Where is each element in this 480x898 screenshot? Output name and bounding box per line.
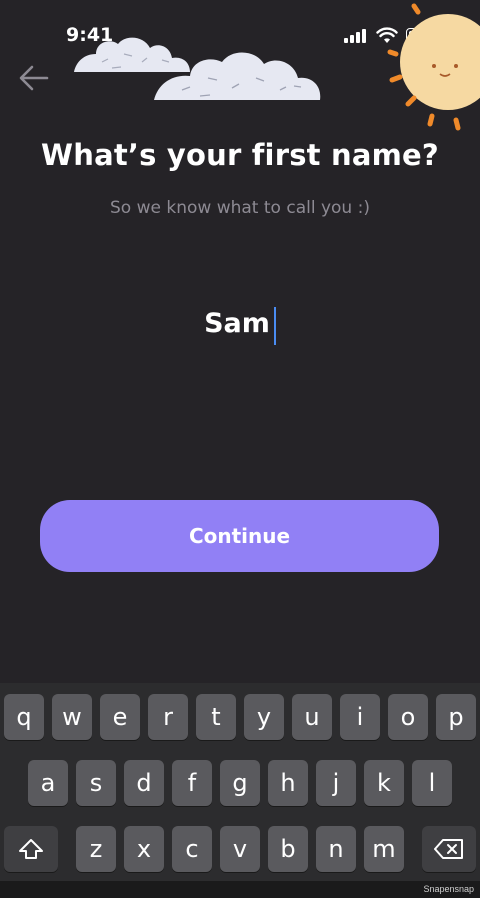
home-indicator-area <box>0 881 480 898</box>
key-c[interactable]: c <box>172 826 212 872</box>
key-f[interactable]: f <box>172 760 212 806</box>
first-name-value[interactable]: Sam <box>204 308 273 339</box>
key-l[interactable]: l <box>412 760 452 806</box>
signal-icon <box>344 29 368 43</box>
key-w[interactable]: w <box>52 694 92 740</box>
backspace-icon <box>434 839 463 859</box>
key-u[interactable]: u <box>292 694 332 740</box>
key-q[interactable]: q <box>4 694 44 740</box>
continue-button[interactable]: Continue <box>40 500 439 572</box>
text-caret <box>273 306 276 345</box>
key-x[interactable]: x <box>124 826 164 872</box>
cloud-illustration <box>154 52 321 100</box>
sun-illustration <box>387 3 480 131</box>
shift-icon <box>19 839 43 859</box>
key-z[interactable]: z <box>76 826 116 872</box>
keyboard: q w e r t y u i o p a s d f g h j k l z … <box>0 683 480 898</box>
key-g[interactable]: g <box>220 760 260 806</box>
key-y[interactable]: y <box>244 694 284 740</box>
key-n[interactable]: n <box>316 826 356 872</box>
key-a[interactable]: a <box>28 760 68 806</box>
key-e[interactable]: e <box>100 694 140 740</box>
key-p[interactable]: p <box>436 694 476 740</box>
shift-key[interactable] <box>4 826 58 872</box>
first-name-field[interactable]: Sam <box>0 306 480 345</box>
key-o[interactable]: o <box>388 694 428 740</box>
page-title: What’s your first name? <box>41 138 439 172</box>
page-subtitle: So we know what to call you :) <box>110 198 370 218</box>
key-t[interactable]: t <box>196 694 236 740</box>
key-b[interactable]: b <box>268 826 308 872</box>
key-r[interactable]: r <box>148 694 188 740</box>
key-j[interactable]: j <box>316 760 356 806</box>
watermark: Snapensnap <box>423 884 474 894</box>
key-m[interactable]: m <box>364 826 404 872</box>
key-i[interactable]: i <box>340 694 380 740</box>
key-s[interactable]: s <box>76 760 116 806</box>
key-h[interactable]: h <box>268 760 308 806</box>
delete-key[interactable] <box>422 826 476 872</box>
key-k[interactable]: k <box>364 760 404 806</box>
key-v[interactable]: v <box>220 826 260 872</box>
arrow-left-icon[interactable] <box>18 62 50 94</box>
key-d[interactable]: d <box>124 760 164 806</box>
